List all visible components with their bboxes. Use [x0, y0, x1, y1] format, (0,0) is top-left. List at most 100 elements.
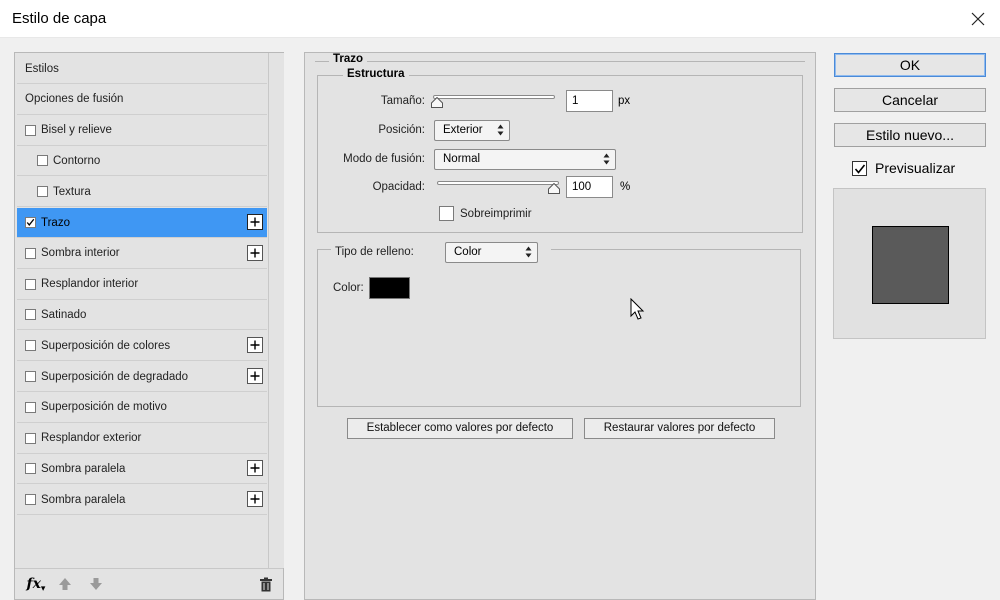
new-style-button[interactable]: Estilo nuevo... — [834, 123, 986, 147]
add-instance-button[interactable] — [247, 491, 263, 508]
styles-list-footer: fx ▾ — [15, 568, 283, 599]
style-item-label: Sombra paralela — [41, 493, 126, 506]
style-checkbox[interactable] — [25, 494, 36, 506]
ok-button[interactable]: OK — [834, 53, 986, 77]
add-instance-button[interactable] — [247, 244, 263, 261]
style-checkbox[interactable] — [25, 278, 36, 290]
style-checkbox[interactable] — [25, 309, 36, 321]
style-item-label: Sombra interior — [41, 247, 120, 260]
style-item-label: Superposición de motivo — [41, 401, 167, 414]
checkmark-icon — [26, 218, 35, 226]
structure-title: Estructura — [343, 68, 409, 80]
set-default-button[interactable]: Establecer como valores por defecto — [347, 418, 573, 439]
style-item-label: Estilos — [25, 62, 59, 75]
fx-label: fx — [26, 576, 41, 592]
checkmark-icon — [854, 164, 865, 174]
title-bar: Estilo de capa — [0, 0, 1000, 38]
plus-icon — [250, 494, 260, 504]
style-item-label: Superposición de degradado — [41, 370, 189, 383]
preview-label: Previsualizar — [875, 160, 956, 176]
styles-list-scrollbar[interactable] — [268, 53, 284, 568]
preview-checkbox[interactable] — [852, 161, 867, 176]
color-swatch[interactable] — [369, 277, 410, 299]
preview-thumbnail — [872, 226, 949, 304]
fill-type-select[interactable]: Color — [445, 242, 538, 263]
layer-style-dialog: Estilos Opciones de fusión Bisel y relieve… — [0, 38, 1000, 600]
position-select[interactable]: Exterior — [434, 120, 510, 141]
overprint-checkbox[interactable] — [439, 206, 454, 221]
style-checkbox[interactable] — [25, 340, 36, 352]
style-item-sombra-paralela[interactable]: Sombra paralela — [17, 454, 267, 485]
cancel-button[interactable]: Cancelar — [834, 88, 986, 112]
close-icon — [971, 12, 985, 26]
style-item-superposicion-de-degradado[interactable]: Superposición de degradado — [17, 362, 267, 392]
updown-arrow-icon — [497, 124, 504, 136]
preview-area — [833, 188, 986, 339]
opacity-label: Opacidad: — [372, 181, 425, 193]
style-item-label: Resplandor interior — [41, 278, 139, 291]
style-item-textura[interactable]: Textura — [17, 177, 267, 208]
style-checkbox[interactable] — [25, 124, 36, 136]
opacity-slider[interactable] — [437, 181, 559, 185]
plus-icon — [250, 248, 260, 258]
trash-icon[interactable] — [258, 576, 274, 592]
add-instance-button[interactable] — [247, 460, 263, 477]
move-down-icon[interactable] — [88, 576, 104, 592]
style-checkbox[interactable] — [25, 247, 36, 259]
add-instance-button[interactable] — [247, 368, 263, 384]
mouse-cursor-icon — [630, 298, 645, 320]
window-title: Estilo de capa — [12, 10, 107, 27]
size-unit: px — [618, 95, 631, 107]
style-item-label: Textura — [53, 185, 91, 198]
style-checkbox[interactable] — [25, 432, 36, 444]
style-item-label: Superposición de colores — [41, 339, 171, 352]
style-item-contorno[interactable]: Contorno — [17, 146, 267, 177]
blend-mode-value: Normal — [443, 153, 481, 165]
style-checkbox[interactable] — [25, 217, 36, 228]
size-slider[interactable] — [433, 95, 555, 99]
stroke-settings-panel: Trazo Estructura Tamaño: 1 px Posición: … — [304, 52, 816, 600]
opacity-slider-thumb[interactable] — [548, 183, 560, 194]
style-item-satinado[interactable]: Satinado — [17, 300, 267, 331]
size-slider-thumb[interactable] — [431, 97, 443, 108]
position-value: Exterior — [443, 124, 483, 136]
size-input[interactable]: 1 — [566, 90, 613, 112]
move-up-icon[interactable] — [57, 576, 73, 592]
plus-icon — [250, 217, 260, 227]
style-item-superposicion-de-colores[interactable]: Superposición de colores — [17, 331, 267, 362]
overprint-label: Sobreimprimir — [460, 208, 532, 220]
style-checkbox[interactable] — [25, 371, 36, 382]
opacity-input[interactable]: 100 — [566, 176, 613, 198]
style-checkbox[interactable] — [37, 155, 48, 167]
styles-list-panel: Estilos Opciones de fusión Bisel y relieve… — [14, 52, 284, 600]
style-item-label: Sombra paralela — [41, 462, 126, 475]
updown-arrow-icon — [603, 153, 610, 165]
style-item-trazo[interactable]: Trazo — [17, 208, 267, 238]
style-item-sombra-paralela[interactable]: Sombra paralela — [17, 485, 267, 516]
fill-type-group — [317, 249, 801, 407]
style-checkbox[interactable] — [25, 463, 36, 475]
style-item-resplandor-exterior[interactable]: Resplandor exterior — [17, 424, 267, 454]
close-button[interactable] — [956, 0, 1000, 38]
reset-default-button[interactable]: Restaurar valores por defecto — [584, 418, 775, 439]
style-item-sombra-interior[interactable]: Sombra interior — [17, 239, 267, 269]
style-checkbox[interactable] — [37, 186, 48, 198]
style-item-opciones-de-fusion[interactable]: Opciones de fusión — [17, 85, 267, 115]
fill-type-label: Tipo de relleno: — [335, 246, 414, 258]
blend-mode-label: Modo de fusión: — [343, 153, 425, 165]
style-item-label: Opciones de fusión — [25, 93, 124, 106]
fx-icon[interactable]: fx ▾ — [25, 576, 47, 593]
style-item-bisel-y-relieve[interactable]: Bisel y relieve — [17, 116, 267, 146]
add-instance-button[interactable] — [247, 337, 263, 354]
style-item-estilos[interactable]: Estilos — [17, 54, 267, 84]
stroke-section-title: Trazo — [329, 53, 368, 65]
style-item-superposicion-de-motivo[interactable]: Superposición de motivo — [17, 393, 267, 423]
position-label: Posición: — [378, 124, 425, 136]
style-item-label: Bisel y relieve — [41, 124, 112, 137]
style-checkbox[interactable] — [25, 401, 36, 413]
blend-mode-select[interactable]: Normal — [434, 149, 616, 170]
style-item-resplandor-interior[interactable]: Resplandor interior — [17, 270, 267, 300]
style-item-label: Satinado — [41, 308, 87, 321]
color-label: Color: — [333, 282, 364, 294]
add-instance-button[interactable] — [247, 214, 263, 230]
